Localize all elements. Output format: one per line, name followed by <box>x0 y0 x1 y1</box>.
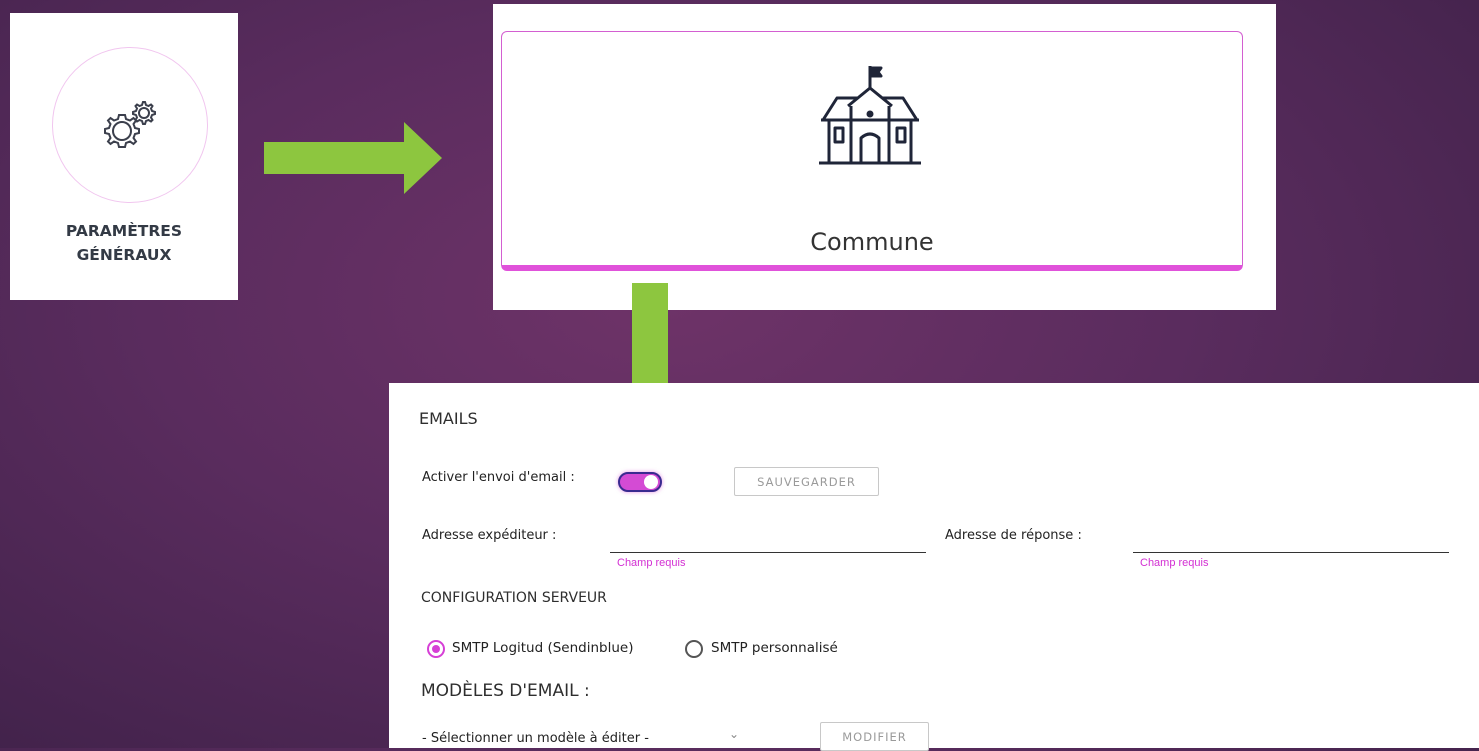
emails-title: EMAILS <box>419 409 478 428</box>
template-select[interactable]: - Sélectionner un modèle à éditer - <box>422 731 649 746</box>
reply-address-input[interactable] <box>1133 528 1449 553</box>
reply-required-hint: Champ requis <box>1140 557 1209 569</box>
gear-circle <box>52 47 208 203</box>
email-templates-title: MODÈLES D'EMAIL : <box>421 681 590 701</box>
arrow-right-icon <box>264 122 442 194</box>
gears-icon <box>104 101 156 148</box>
commune-label: Commune <box>810 228 934 256</box>
smtp-custom-label[interactable]: SMTP personnalisé <box>711 640 838 656</box>
enable-email-label: Activer l'envoi d'email : <box>422 470 575 485</box>
chevron-down-icon[interactable]: ⌄ <box>729 727 739 741</box>
server-config-title: CONFIGURATION SERVEUR <box>421 590 607 606</box>
modify-button[interactable]: MODIFIER <box>820 722 929 751</box>
toggle-knob <box>644 475 658 489</box>
save-button[interactable]: SAUVEGARDER <box>734 467 879 496</box>
sender-address-label: Adresse expéditeur : <box>422 528 557 543</box>
town-hall-icon <box>819 66 921 165</box>
commune-card[interactable]: Commune <box>501 31 1243 271</box>
smtp-custom-radio[interactable] <box>685 640 703 658</box>
enable-email-toggle[interactable] <box>618 472 662 492</box>
settings-title-line2: GÉNÉRAUX <box>76 246 172 264</box>
general-settings-card[interactable]: PARAMÈTRES GÉNÉRAUX <box>10 13 238 300</box>
smtp-logitud-radio[interactable] <box>427 640 445 658</box>
commune-panel: Commune <box>493 4 1276 310</box>
sender-address-input[interactable] <box>610 528 926 553</box>
emails-settings-panel: EMAILS Activer l'envoi d'email : SAUVEGA… <box>389 383 1479 751</box>
smtp-logitud-label[interactable]: SMTP Logitud (Sendinblue) <box>452 640 634 656</box>
settings-title: PARAMÈTRES GÉNÉRAUX <box>10 219 238 267</box>
settings-title-line1: PARAMÈTRES <box>65 222 183 240</box>
sender-required-hint: Champ requis <box>617 557 686 569</box>
reply-address-label: Adresse de réponse : <box>945 528 1082 543</box>
